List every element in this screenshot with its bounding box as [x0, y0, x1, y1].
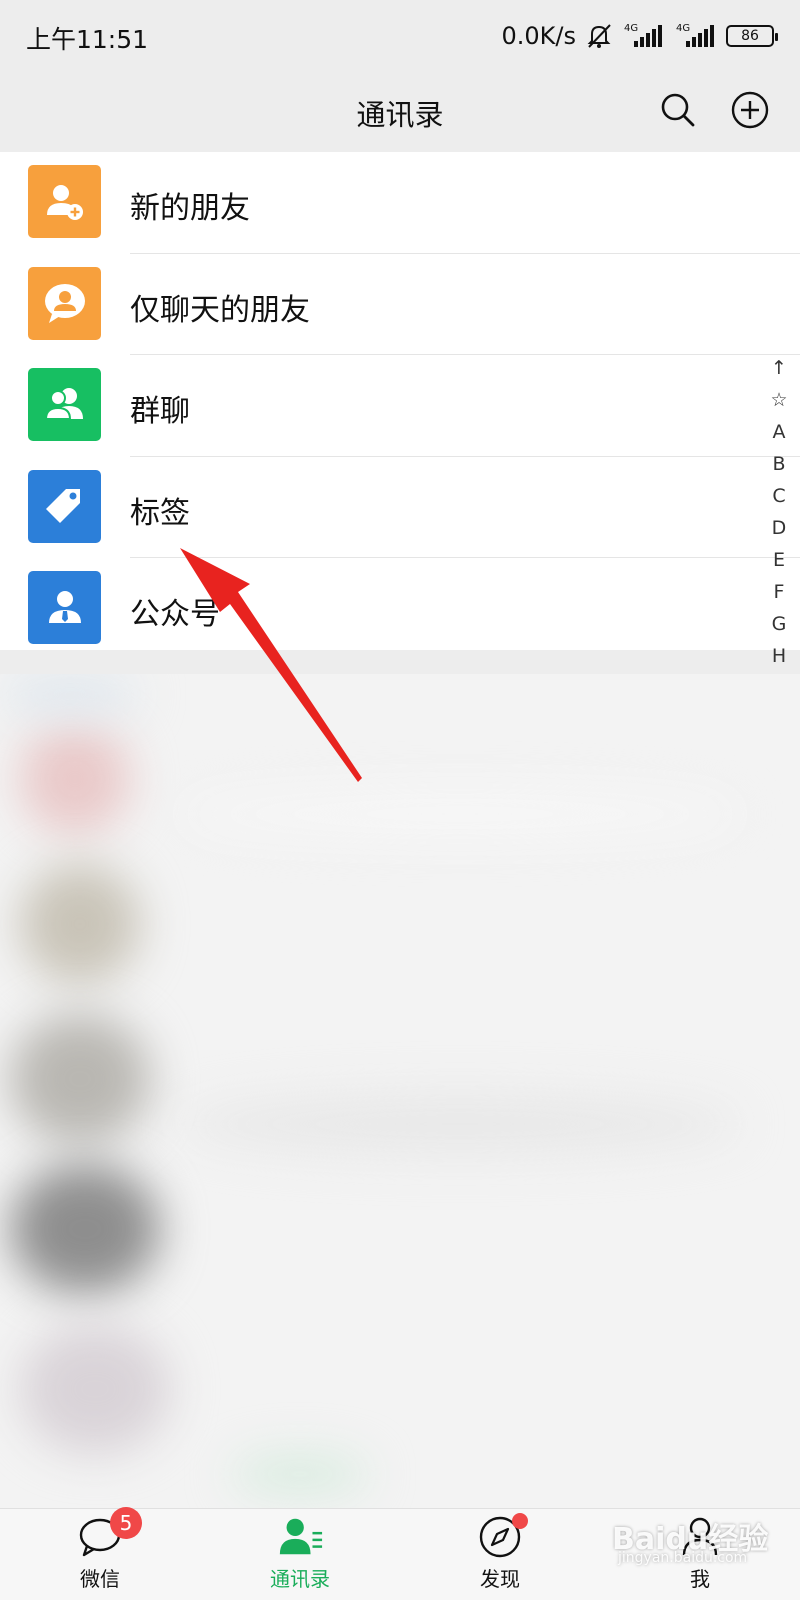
add-circle-icon	[731, 91, 769, 129]
svg-text:4G: 4G	[676, 23, 690, 34]
battery-icon: 86	[726, 25, 778, 47]
add-button[interactable]	[728, 88, 772, 132]
new-friend-icon	[28, 165, 101, 238]
signal-4g-icon: 4G	[622, 21, 666, 51]
func-item-new-friends[interactable]: 新的朋友	[0, 152, 800, 254]
func-label: 新的朋友	[130, 191, 250, 226]
status-indicators: 0.0K/s 4G 4G 86	[501, 16, 778, 56]
func-item-tags[interactable]: 标签	[0, 457, 800, 558]
signal-4g-icon: 4G	[674, 21, 718, 51]
net-speed: 0.0K/s	[501, 22, 577, 50]
blurred-avatar	[20, 724, 130, 834]
tab-label: 通讯录	[270, 1567, 330, 1591]
nav-bar: 通讯录	[0, 72, 800, 152]
index-item[interactable]: H	[772, 640, 786, 672]
tab-discover[interactable]: 发现	[400, 1509, 600, 1600]
unread-badge: 5	[110, 1507, 142, 1539]
index-item[interactable]: D	[772, 512, 787, 544]
status-time: 上午11:51	[26, 25, 149, 54]
blurred-avatar	[20, 864, 140, 984]
tab-label: 我	[690, 1567, 710, 1591]
baidu-watermark-url: jingyan.baidu.com	[618, 1550, 748, 1566]
search-icon	[661, 93, 695, 127]
func-label: 仅聊天的朋友	[130, 292, 310, 328]
notification-dot	[512, 1513, 528, 1529]
blurred-row	[230, 1454, 370, 1494]
function-list: 新的朋友 仅聊天的朋友 群聊 标签 公众号	[0, 152, 800, 660]
blurred-header	[0, 674, 140, 714]
func-item-official-accounts[interactable]: 公众号	[0, 558, 800, 660]
mute-bell-icon	[584, 21, 614, 51]
contacts-icon	[276, 1515, 324, 1559]
func-item-group-chats[interactable]: 群聊	[0, 355, 800, 457]
func-label: 标签	[130, 495, 190, 531]
func-item-chat-only-friends[interactable]: 仅聊天的朋友	[0, 254, 800, 355]
index-item[interactable]: F	[774, 576, 785, 608]
tab-chats[interactable]: 微信 5	[0, 1507, 200, 1600]
tab-label: 微信	[80, 1567, 120, 1591]
index-item[interactable]: A	[773, 416, 786, 448]
tag-icon	[28, 469, 101, 543]
contacts-screen: 上午11:51 0.0K/s 4G 4G 86 通讯录 新的朋友 仅聊天的朋友 …	[0, 0, 800, 1600]
func-label: 群聊	[130, 394, 190, 429]
group-chat-icon	[28, 368, 101, 441]
index-item[interactable]: ☆	[770, 384, 787, 416]
tab-contacts[interactable]: 通讯录	[200, 1509, 400, 1600]
blurred-row	[180, 1094, 740, 1154]
alphabet-index-bar[interactable]: ↑ ☆ A B C D E F G H	[762, 352, 796, 672]
func-label: 公众号	[130, 597, 220, 632]
index-item[interactable]: B	[772, 448, 785, 480]
blurred-avatar	[10, 1014, 150, 1144]
blurred-avatar	[20, 1324, 170, 1454]
status-bar: 上午11:51 0.0K/s 4G 4G 86	[0, 0, 800, 72]
blurred-avatar	[10, 1164, 160, 1294]
official-account-icon	[28, 571, 101, 644]
tab-label: 发现	[480, 1567, 520, 1591]
index-item[interactable]: E	[773, 544, 785, 576]
chat-only-icon	[28, 266, 101, 340]
svg-text:4G: 4G	[624, 23, 638, 34]
index-item[interactable]: C	[772, 480, 785, 512]
blurred-contacts-list	[0, 674, 800, 1508]
search-button[interactable]	[656, 88, 700, 132]
index-item[interactable]: ↑	[771, 352, 787, 384]
section-gap	[0, 650, 800, 674]
blurred-row	[180, 794, 740, 834]
index-item[interactable]: G	[772, 608, 787, 640]
